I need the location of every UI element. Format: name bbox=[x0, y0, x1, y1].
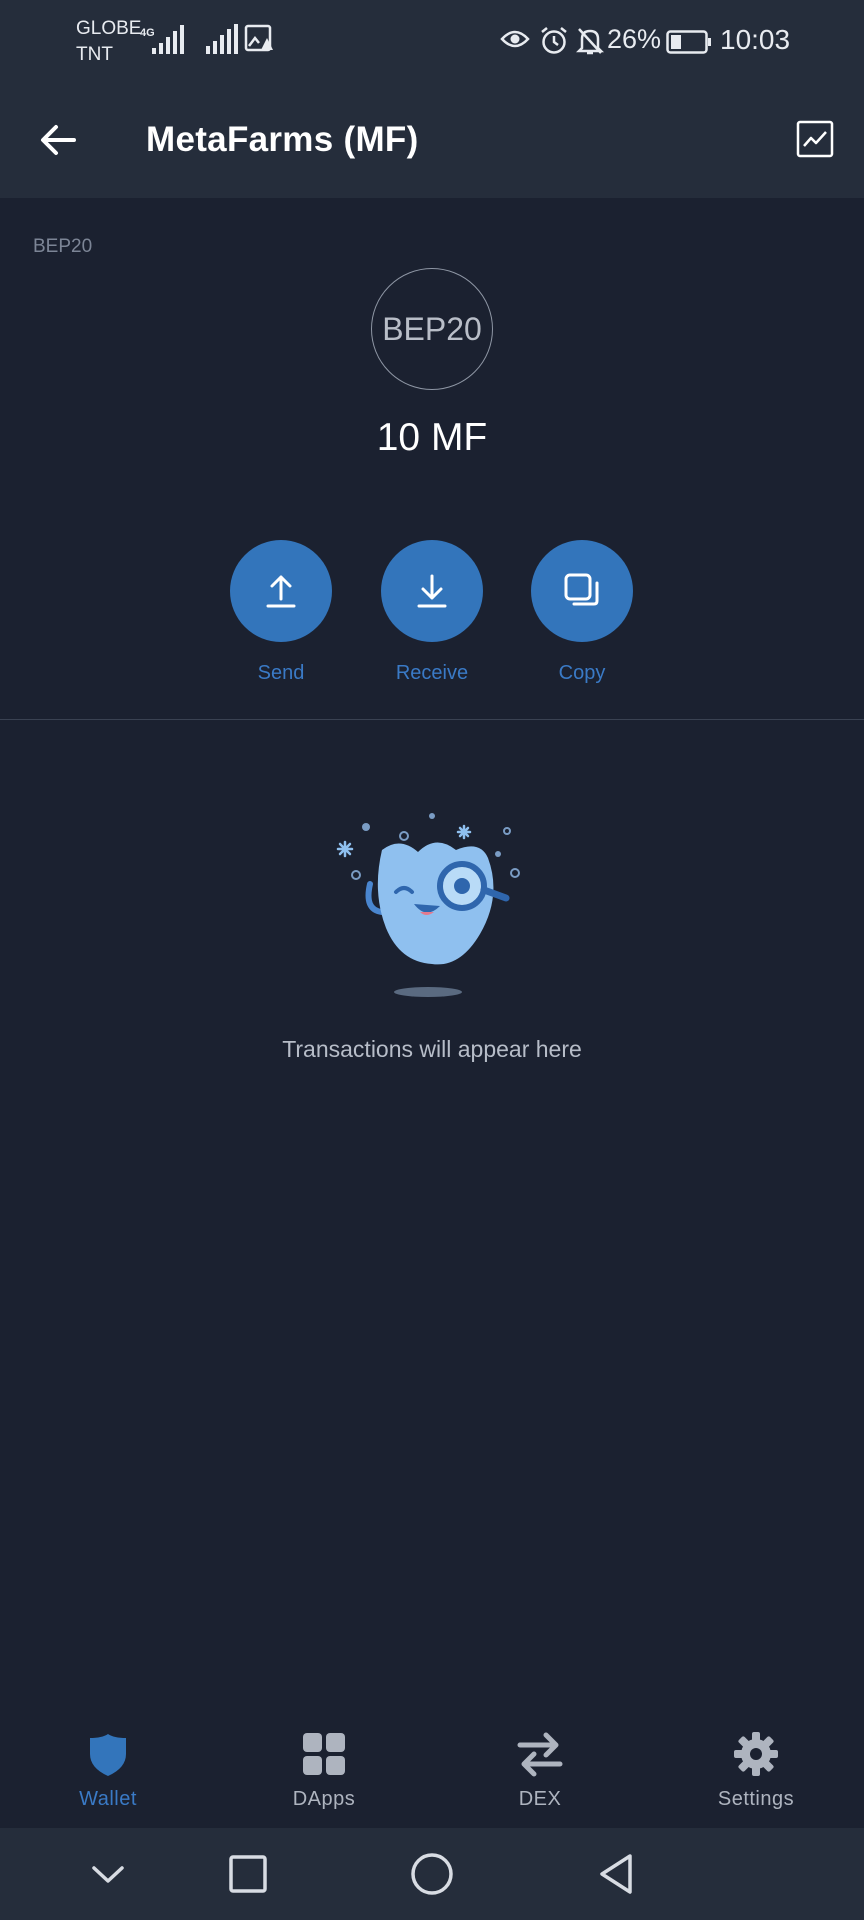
collapse-button[interactable] bbox=[82, 1848, 134, 1900]
square-icon bbox=[229, 1855, 267, 1893]
nav-wallet-label: Wallet bbox=[79, 1788, 137, 1810]
token-balance: 10 MF bbox=[376, 416, 488, 459]
app-header: MetaFarms (MF) bbox=[0, 86, 864, 198]
receive-label: Receive bbox=[395, 662, 469, 684]
eye-icon bbox=[500, 28, 530, 55]
action-buttons: Send Receive Copy bbox=[0, 540, 864, 690]
circle-icon bbox=[411, 1853, 453, 1895]
signal-icon bbox=[206, 24, 238, 63]
network-tag: BEP20 bbox=[33, 236, 93, 257]
nav-dex-label: DEX bbox=[518, 1788, 562, 1810]
chart-icon bbox=[796, 120, 834, 158]
recent-apps-button[interactable] bbox=[222, 1848, 274, 1900]
nav-settings[interactable]: Settings bbox=[686, 1730, 826, 1811]
empty-state-message: Transactions will appear here bbox=[282, 1036, 582, 1062]
nav-settings-label: Settings bbox=[717, 1788, 795, 1810]
upload-icon bbox=[266, 575, 296, 608]
nav-dapps[interactable]: DApps bbox=[254, 1730, 394, 1811]
system-nav-bar bbox=[0, 1828, 864, 1920]
send-button[interactable]: Send bbox=[221, 540, 341, 685]
network-type-label: 4G bbox=[140, 27, 155, 39]
triangle-back-icon bbox=[600, 1854, 632, 1894]
carrier-1: GLOBE bbox=[76, 18, 142, 39]
back-button[interactable] bbox=[34, 116, 82, 164]
copy-icon bbox=[564, 573, 599, 606]
carrier-2: TNT bbox=[76, 44, 113, 65]
chevron-down-icon bbox=[92, 1866, 124, 1883]
receive-button-circle[interactable] bbox=[381, 540, 483, 642]
price-chart-button[interactable] bbox=[796, 120, 834, 158]
send-label: Send bbox=[257, 662, 305, 684]
clock: 10:03 bbox=[720, 24, 791, 55]
home-button[interactable] bbox=[406, 1848, 458, 1900]
system-back-button[interactable] bbox=[590, 1848, 642, 1900]
bell-off-icon bbox=[575, 26, 605, 61]
swap-icon bbox=[516, 1730, 564, 1778]
shield-icon bbox=[84, 1730, 132, 1778]
nav-dapps-label: DApps bbox=[292, 1788, 356, 1810]
gear-icon bbox=[732, 1730, 780, 1778]
token-logo: BEP20 bbox=[371, 268, 493, 390]
nav-wallet[interactable]: Wallet bbox=[38, 1730, 178, 1811]
bottom-nav: Wallet DApps DEX Settings bbox=[0, 1706, 864, 1828]
page-title: MetaFarms (MF) bbox=[146, 120, 419, 159]
download-icon bbox=[417, 574, 447, 608]
send-button-circle[interactable] bbox=[230, 540, 332, 642]
signal-icon: 4G bbox=[140, 24, 186, 63]
mascot-magnifier-illustration bbox=[320, 800, 544, 1004]
carrier-names: GLOBE TNT bbox=[76, 16, 141, 68]
image-alert-icon bbox=[244, 24, 274, 59]
arrow-left-icon bbox=[41, 125, 76, 155]
copy-button-circle[interactable] bbox=[531, 540, 633, 642]
token-summary: BEP20 BEP20 10 MF Send Receive Copy bbox=[0, 198, 864, 720]
receive-button[interactable]: Receive bbox=[372, 540, 492, 685]
status-bar: GLOBE TNT 4G 26% 10:03 bbox=[0, 0, 864, 86]
section-divider bbox=[0, 719, 864, 720]
copy-button[interactable]: Copy bbox=[522, 540, 642, 685]
copy-label: Copy bbox=[558, 662, 606, 684]
nav-dex[interactable]: DEX bbox=[470, 1730, 610, 1811]
battery-icon bbox=[666, 30, 712, 59]
alarm-icon bbox=[540, 26, 568, 61]
token-logo-text: BEP20 bbox=[382, 310, 482, 347]
battery-percent: 26% bbox=[607, 24, 662, 54]
grid-icon bbox=[300, 1730, 348, 1778]
